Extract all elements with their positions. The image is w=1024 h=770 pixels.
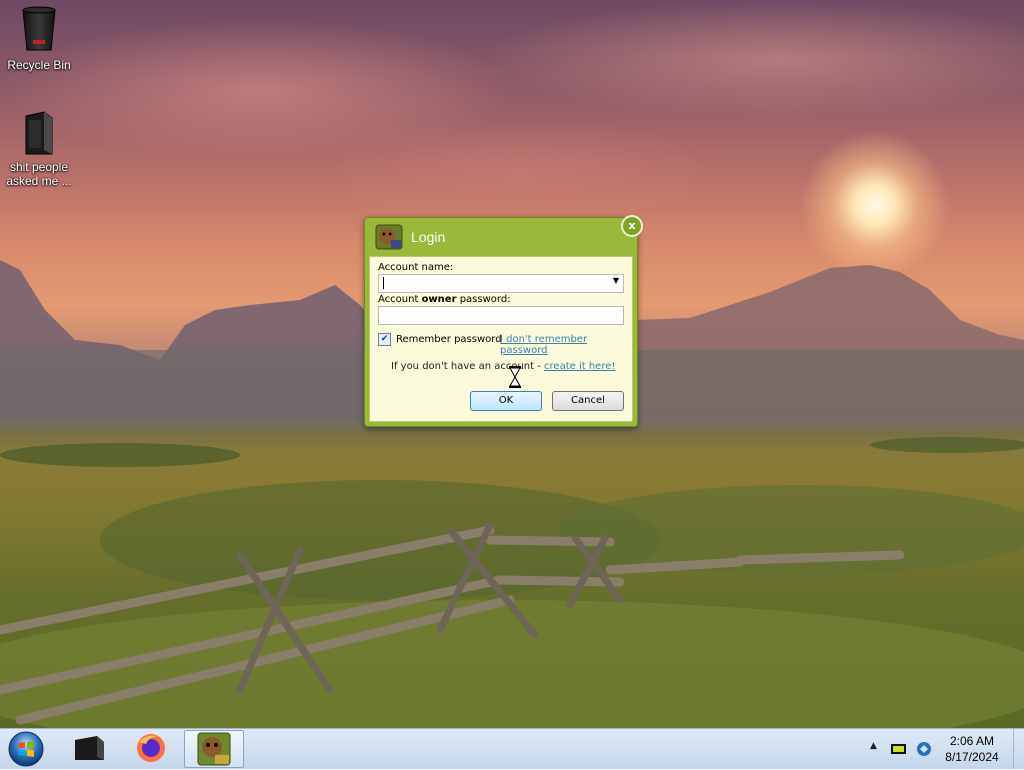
taskbar: ▲ 2:06 AM 8/17/2024: [0, 728, 1024, 769]
clock-time: 2:06 AM: [949, 734, 995, 748]
desktop-icon-text-file[interactable]: shit people asked me ...: [1, 110, 77, 188]
dialog-title: Login: [411, 229, 446, 245]
remember-password-checkbox[interactable]: ✔: [378, 333, 391, 346]
battery-icon[interactable]: [890, 743, 908, 755]
password-label: Account owner password:: [378, 294, 511, 305]
no-account-text: If you don't have an account - create it…: [391, 361, 615, 372]
taskbar-app-server[interactable]: [62, 730, 116, 766]
close-button[interactable]: x: [621, 215, 643, 237]
dialog-body: Account name: ▼ Account owner password: …: [369, 256, 633, 422]
chevron-down-icon[interactable]: ▼: [613, 276, 619, 285]
account-name-label: Account name:: [378, 262, 454, 273]
taskbar-app-box[interactable]: [184, 730, 244, 768]
account-name-combobox[interactable]: ▼: [378, 274, 624, 293]
create-account-link[interactable]: create it here!: [544, 361, 615, 372]
password-label-bold: owner: [421, 294, 457, 305]
login-dialog: Login x Account name: ▼ Account owner pa…: [364, 215, 643, 427]
cancel-button[interactable]: Cancel: [552, 391, 624, 411]
ok-button[interactable]: OK: [470, 391, 542, 411]
desktop-icon-label: Recycle Bin: [7, 58, 71, 72]
desktop-icon-label: shit people asked me ...: [6, 160, 72, 188]
meadow-fence: [0, 420, 1024, 728]
network-icon[interactable]: [916, 740, 932, 758]
beaver-app-icon: [375, 224, 403, 250]
hourglass-cursor-icon: [509, 366, 521, 388]
recycle-bin-icon: [22, 6, 56, 51]
taskbar-app-firefox[interactable]: [124, 730, 178, 766]
clock[interactable]: 2:06 AM 8/17/2024: [940, 733, 1004, 765]
box-app-icon: [197, 732, 231, 766]
show-hidden-icons-button[interactable]: ▲: [870, 741, 877, 751]
remember-password-label[interactable]: Remember password: [396, 334, 502, 345]
checkmark-icon: ✔: [380, 334, 389, 344]
desktop-icon-recycle-bin[interactable]: Recycle Bin: [1, 6, 77, 72]
forgot-password-link[interactable]: I don't remember password: [500, 334, 632, 356]
firefox-icon: [137, 734, 165, 762]
password-field[interactable]: [378, 306, 624, 325]
clock-date: 8/17/2024: [945, 750, 999, 764]
text-caret: [383, 277, 384, 289]
close-icon: x: [628, 219, 636, 232]
server-file-icon: [25, 111, 53, 155]
start-button[interactable]: [6, 730, 46, 768]
server-app-icon: [75, 736, 104, 760]
password-label-prefix: Account: [378, 294, 422, 305]
password-label-suffix: password:: [456, 294, 511, 305]
show-desktop-button[interactable]: [1013, 729, 1024, 769]
